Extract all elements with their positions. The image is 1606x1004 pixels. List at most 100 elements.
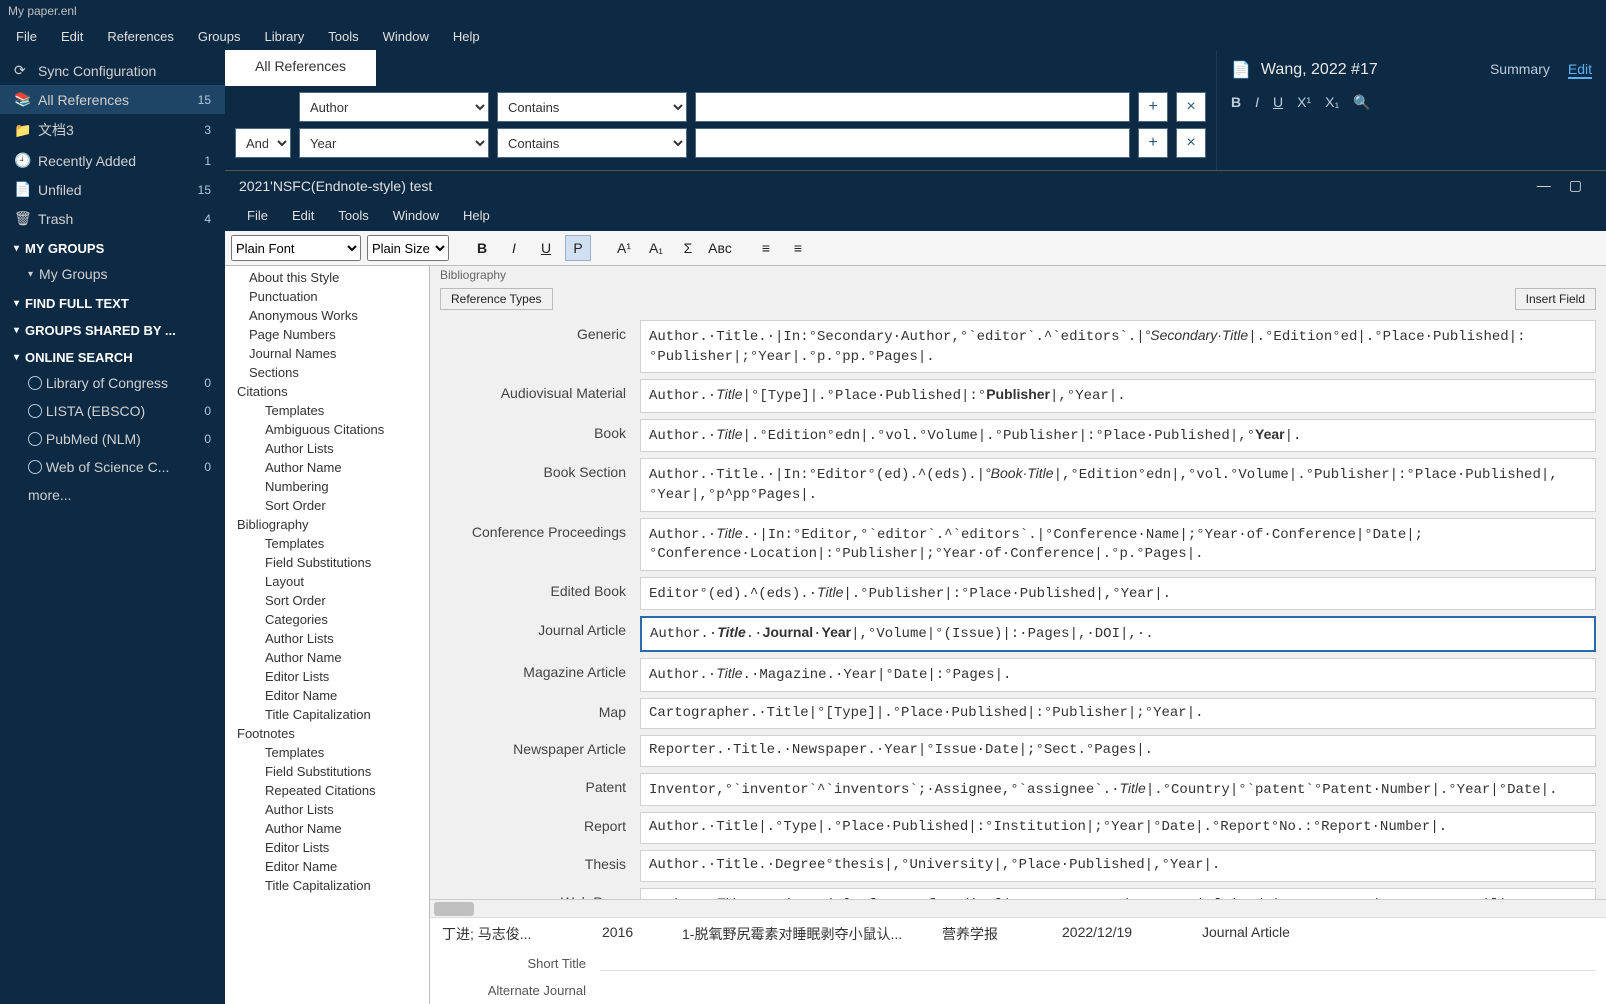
search-value-1[interactable]	[695, 128, 1130, 158]
sidebar-all-references[interactable]: 📚 All References 15	[0, 85, 225, 114]
sidebar-sync[interactable]: ⟳ Sync Configuration	[0, 56, 225, 85]
tree-node[interactable]: Author Lists	[225, 439, 429, 458]
search-value-0[interactable]	[695, 92, 1130, 122]
sidebar-findfull-head[interactable]: ▾FIND FULL TEXT	[0, 288, 225, 315]
menu-references[interactable]: References	[95, 25, 185, 48]
search-add-1[interactable]: +	[1138, 128, 1168, 158]
template-value[interactable]: Author.·Title.·Degree°thesis|,°Universit…	[640, 850, 1596, 882]
tb-align-left[interactable]: ≡	[753, 235, 779, 261]
template-value[interactable]: Author.·Title|°[Type]|.°Place·Published|…	[640, 379, 1596, 413]
fmt-underline[interactable]: U	[1273, 94, 1283, 111]
tree-node[interactable]: Title Capitalization	[225, 705, 429, 724]
tree-node[interactable]: Editor Name	[225, 686, 429, 705]
tree-node[interactable]: Field Substitutions	[225, 762, 429, 781]
tree-node[interactable]: Punctuation	[225, 287, 429, 306]
sidebar-mygroups-item[interactable]: ▾My Groups	[0, 260, 225, 288]
tree-node[interactable]: Author Name	[225, 458, 429, 477]
search-remove-1[interactable]: ×	[1176, 128, 1206, 158]
menu-edit[interactable]: Edit	[49, 25, 95, 48]
tree-node[interactable]: Editor Name	[225, 857, 429, 876]
search-op-1[interactable]: And	[235, 128, 291, 158]
ref-list-row[interactable]: 丁进; 马志俊... 2016 1-脱氧野尻霉素对睡眠剥夺小鼠认... 营养学报…	[430, 917, 1606, 950]
search-cond-1[interactable]: Contains	[497, 128, 687, 158]
detail-altjournal-value[interactable]	[600, 983, 1596, 998]
tb-subscript[interactable]: A₁	[643, 235, 669, 261]
search-add-0[interactable]: +	[1138, 92, 1168, 122]
tree-node[interactable]: Author Lists	[225, 629, 429, 648]
tree-node[interactable]: Anonymous Works	[225, 306, 429, 325]
tree-hscroll[interactable]	[430, 899, 1606, 917]
template-value[interactable]: Inventor,°`inventor`^`inventors`;·Assign…	[640, 773, 1596, 807]
sidebar-recent[interactable]: 🕘 Recently Added 1	[0, 146, 225, 175]
tab-edit[interactable]: Edit	[1568, 61, 1592, 79]
tree-node[interactable]: Author Name	[225, 819, 429, 838]
sidebar-trash[interactable]: 🗑 Trash 4	[0, 204, 225, 233]
sidebar-online-0[interactable]: Library of Congress0	[0, 369, 225, 397]
menu-window[interactable]: Window	[371, 25, 441, 48]
sidebar-unfiled[interactable]: 📄 Unfiled 15	[0, 175, 225, 204]
style-menu-window[interactable]: Window	[381, 204, 451, 227]
tree-node[interactable]: Layout	[225, 572, 429, 591]
tree-node[interactable]: Journal Names	[225, 344, 429, 363]
tb-bold[interactable]: B	[469, 235, 495, 261]
sidebar-online-1[interactable]: LISTA (EBSCO)0	[0, 397, 225, 425]
menu-tools[interactable]: Tools	[316, 25, 370, 48]
fmt-bold[interactable]: B	[1231, 94, 1241, 111]
tb-underline[interactable]: U	[533, 235, 559, 261]
menu-library[interactable]: Library	[252, 25, 316, 48]
template-value[interactable]: Author.·Title|.°Type|.°Place·Published|:…	[640, 812, 1596, 844]
style-menu-tools[interactable]: Tools	[326, 204, 380, 227]
tb-symbol[interactable]: Σ	[675, 235, 701, 261]
minimize-button[interactable]: —	[1537, 177, 1551, 194]
menu-file[interactable]: File	[4, 25, 49, 48]
maximize-button[interactable]: ▢	[1569, 177, 1582, 194]
sidebar-mygroups-head[interactable]: ▾MY GROUPS	[0, 233, 225, 260]
template-value[interactable]: Author.·Title.·Magazine.·Year|°Date|:°Pa…	[640, 658, 1596, 692]
detail-shorttitle-value[interactable]	[600, 956, 1596, 971]
tree-node[interactable]: Footnotes	[225, 724, 429, 743]
font-select[interactable]: Plain Font	[231, 235, 361, 261]
tree-node[interactable]: Editor Lists	[225, 838, 429, 857]
insert-field-button[interactable]: Insert Field	[1515, 288, 1596, 310]
style-menu-file[interactable]: File	[235, 204, 280, 227]
fmt-superscript[interactable]: X¹	[1297, 94, 1311, 111]
tree-node[interactable]: Field Substitutions	[225, 553, 429, 572]
tree-node[interactable]: Sort Order	[225, 496, 429, 515]
template-value[interactable]: Author.·Title.·Series·Title·[Type·of·Med…	[640, 888, 1596, 900]
tree-node[interactable]: Repeated Citations	[225, 781, 429, 800]
sidebar-shared-head[interactable]: ▾GROUPS SHARED BY ...	[0, 315, 225, 342]
search-cond-0[interactable]: Contains	[497, 92, 687, 122]
sidebar-online-3[interactable]: Web of Science C...0	[0, 453, 225, 481]
tb-plain[interactable]: P	[565, 235, 591, 261]
tb-smallcaps[interactable]: Aʙᴄ	[707, 235, 733, 261]
sidebar-online-2[interactable]: PubMed (NLM)0	[0, 425, 225, 453]
tab-all-references[interactable]: All References	[225, 50, 376, 86]
fmt-search[interactable]: 🔍	[1353, 94, 1370, 111]
tree-node[interactable]: Title Capitalization	[225, 876, 429, 895]
template-value[interactable]: Cartographer.·Title|°[Type]|.°Place·Publ…	[640, 698, 1596, 730]
menu-help[interactable]: Help	[441, 25, 492, 48]
sidebar-online-head[interactable]: ▾ONLINE SEARCH	[0, 342, 225, 369]
tree-node[interactable]: Templates	[225, 401, 429, 420]
tree-node[interactable]: Author Name	[225, 648, 429, 667]
tab-summary[interactable]: Summary	[1490, 61, 1550, 79]
search-field-0[interactable]: Author	[299, 92, 489, 122]
tree-node[interactable]: Bibliography	[225, 515, 429, 534]
style-menu-edit[interactable]: Edit	[280, 204, 326, 227]
fmt-subscript[interactable]: X₁	[1325, 94, 1339, 111]
template-value[interactable]: Author.·Title.·|In:°Secondary·Author,°`e…	[640, 320, 1596, 373]
template-value[interactable]: Reporter.·Title.·Newspaper.·Year|°Issue·…	[640, 735, 1596, 767]
style-tree[interactable]: About this StylePunctuationAnonymous Wor…	[225, 266, 430, 1004]
template-value[interactable]: Author.·Title|.°Edition°edn|.°vol.°Volum…	[640, 419, 1596, 453]
style-menu-help[interactable]: Help	[451, 204, 502, 227]
template-value[interactable]: Author.·Title.·|In:°Editor°(ed).^(eds).|…	[640, 458, 1596, 511]
tb-align-center[interactable]: ≡	[785, 235, 811, 261]
tree-node[interactable]: Page Numbers	[225, 325, 429, 344]
scroll-thumb[interactable]	[434, 902, 474, 916]
tree-node[interactable]: Categories	[225, 610, 429, 629]
reference-types-button[interactable]: Reference Types	[440, 288, 553, 310]
tree-node[interactable]: Editor Lists	[225, 667, 429, 686]
size-select[interactable]: Plain Size	[367, 235, 449, 261]
tb-italic[interactable]: I	[501, 235, 527, 261]
tree-node[interactable]: Citations	[225, 382, 429, 401]
